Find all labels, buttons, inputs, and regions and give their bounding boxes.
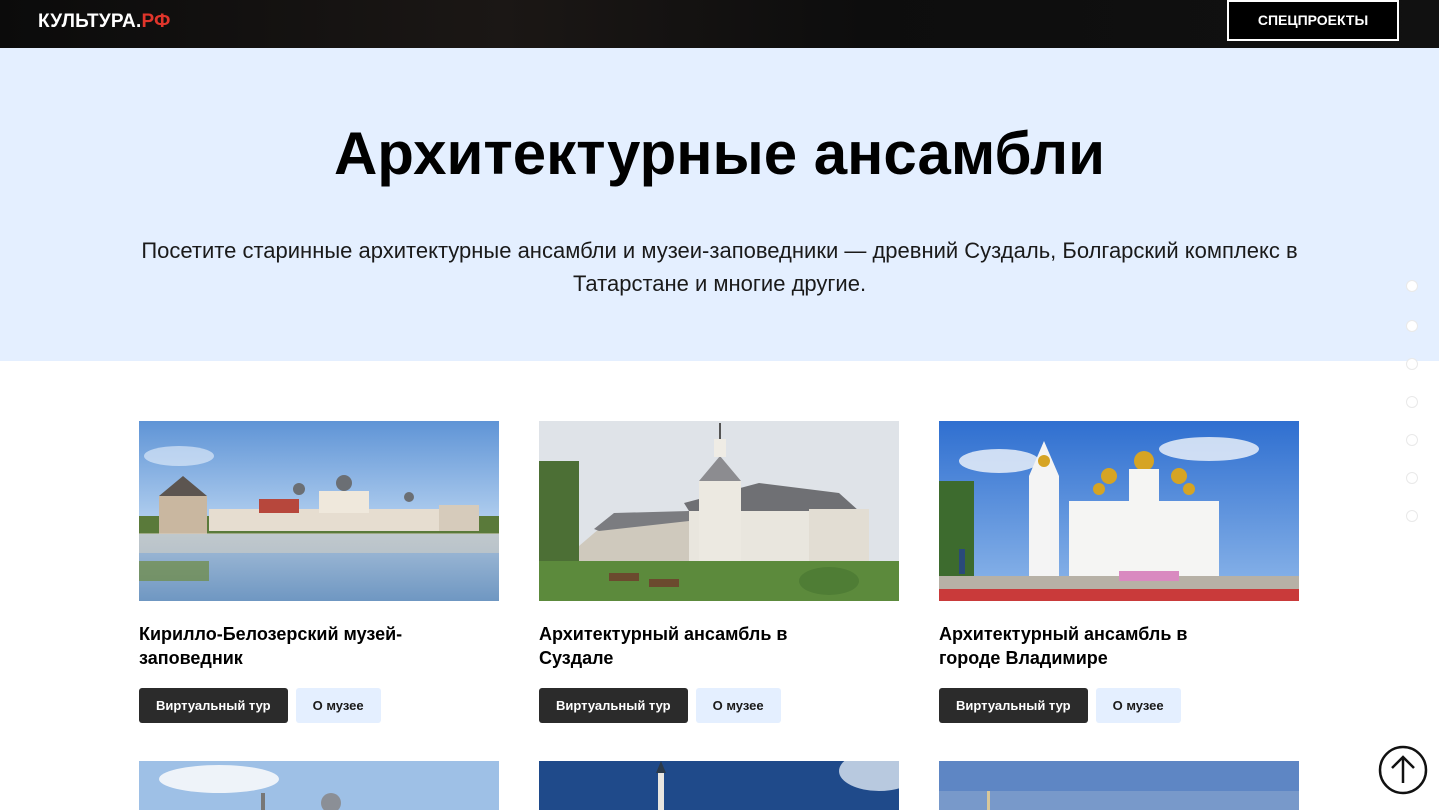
museum-photo[interactable]: [939, 761, 1299, 810]
section-dot[interactable]: [1406, 434, 1418, 446]
museum-card-actions: Виртуальный тур О музее: [939, 688, 1181, 723]
museum-photo[interactable]: [139, 761, 499, 810]
scroll-to-top-button[interactable]: [1378, 745, 1428, 795]
section-dot[interactable]: [1406, 510, 1418, 522]
museum-card-title[interactable]: Архитектурный ансамбль в городе Владимир…: [939, 622, 1219, 670]
museum-image-partial: [939, 761, 1299, 810]
museum-card: Кирилло-Белозерский музей-заповедник Вир…: [139, 421, 499, 723]
special-projects-button[interactable]: СПЕЦПРОЕКТЫ: [1227, 0, 1399, 41]
section-dot[interactable]: [1406, 320, 1418, 332]
about-museum-button[interactable]: О музее: [1095, 688, 1181, 723]
about-museum-button[interactable]: О музее: [295, 688, 381, 723]
museum-image-partial: [539, 761, 899, 810]
museum-photo[interactable]: [539, 421, 899, 601]
page-title: Архитектурные ансамбли: [333, 120, 1106, 187]
section-dot[interactable]: [1406, 472, 1418, 484]
museum-card-actions: Виртуальный тур О музее: [539, 688, 781, 723]
logo-accent-text: РФ: [141, 11, 171, 32]
section-dot[interactable]: [1406, 358, 1418, 370]
site-logo[interactable]: КУЛЬТУРА.РФ: [38, 11, 171, 33]
virtual-tour-button[interactable]: Виртуальный тур: [939, 688, 1088, 723]
museum-photo[interactable]: [139, 421, 499, 601]
hero-section: Архитектурные ансамбли Посетите старинны…: [0, 48, 1439, 361]
kirillo-belozersky-image: [139, 421, 499, 601]
section-dot[interactable]: [1406, 396, 1418, 408]
arrow-up-circle-icon: [1378, 745, 1428, 795]
museum-photo[interactable]: [539, 761, 899, 810]
page-description: Посетите старинные архитектурные ансамбл…: [141, 238, 1298, 296]
museum-card: Архитектурный ансамбль в городе Владимир…: [939, 421, 1299, 723]
vladimir-cathedral-image: [939, 421, 1299, 601]
museum-card-title[interactable]: Кирилло-Белозерский музей-заповедник: [139, 622, 419, 670]
museum-card-title[interactable]: Архитектурный ансамбль в Суздале: [539, 622, 819, 670]
top-navigation-bar: КУЛЬТУРА.РФ СПЕЦПРОЕКТЫ: [0, 0, 1439, 48]
museum-photo[interactable]: [939, 421, 1299, 601]
museum-card: Архитектурный ансамбль в Суздале Виртуал…: [539, 421, 899, 723]
museum-card-actions: Виртуальный тур О музее: [139, 688, 381, 723]
museum-image-partial: [139, 761, 499, 810]
virtual-tour-button[interactable]: Виртуальный тур: [139, 688, 288, 723]
section-dot[interactable]: [1406, 280, 1418, 292]
logo-text: КУЛЬТУРА.: [38, 11, 142, 32]
about-museum-button[interactable]: О музее: [695, 688, 781, 723]
virtual-tour-button[interactable]: Виртуальный тур: [539, 688, 688, 723]
suzdal-ensemble-image: [539, 421, 899, 601]
